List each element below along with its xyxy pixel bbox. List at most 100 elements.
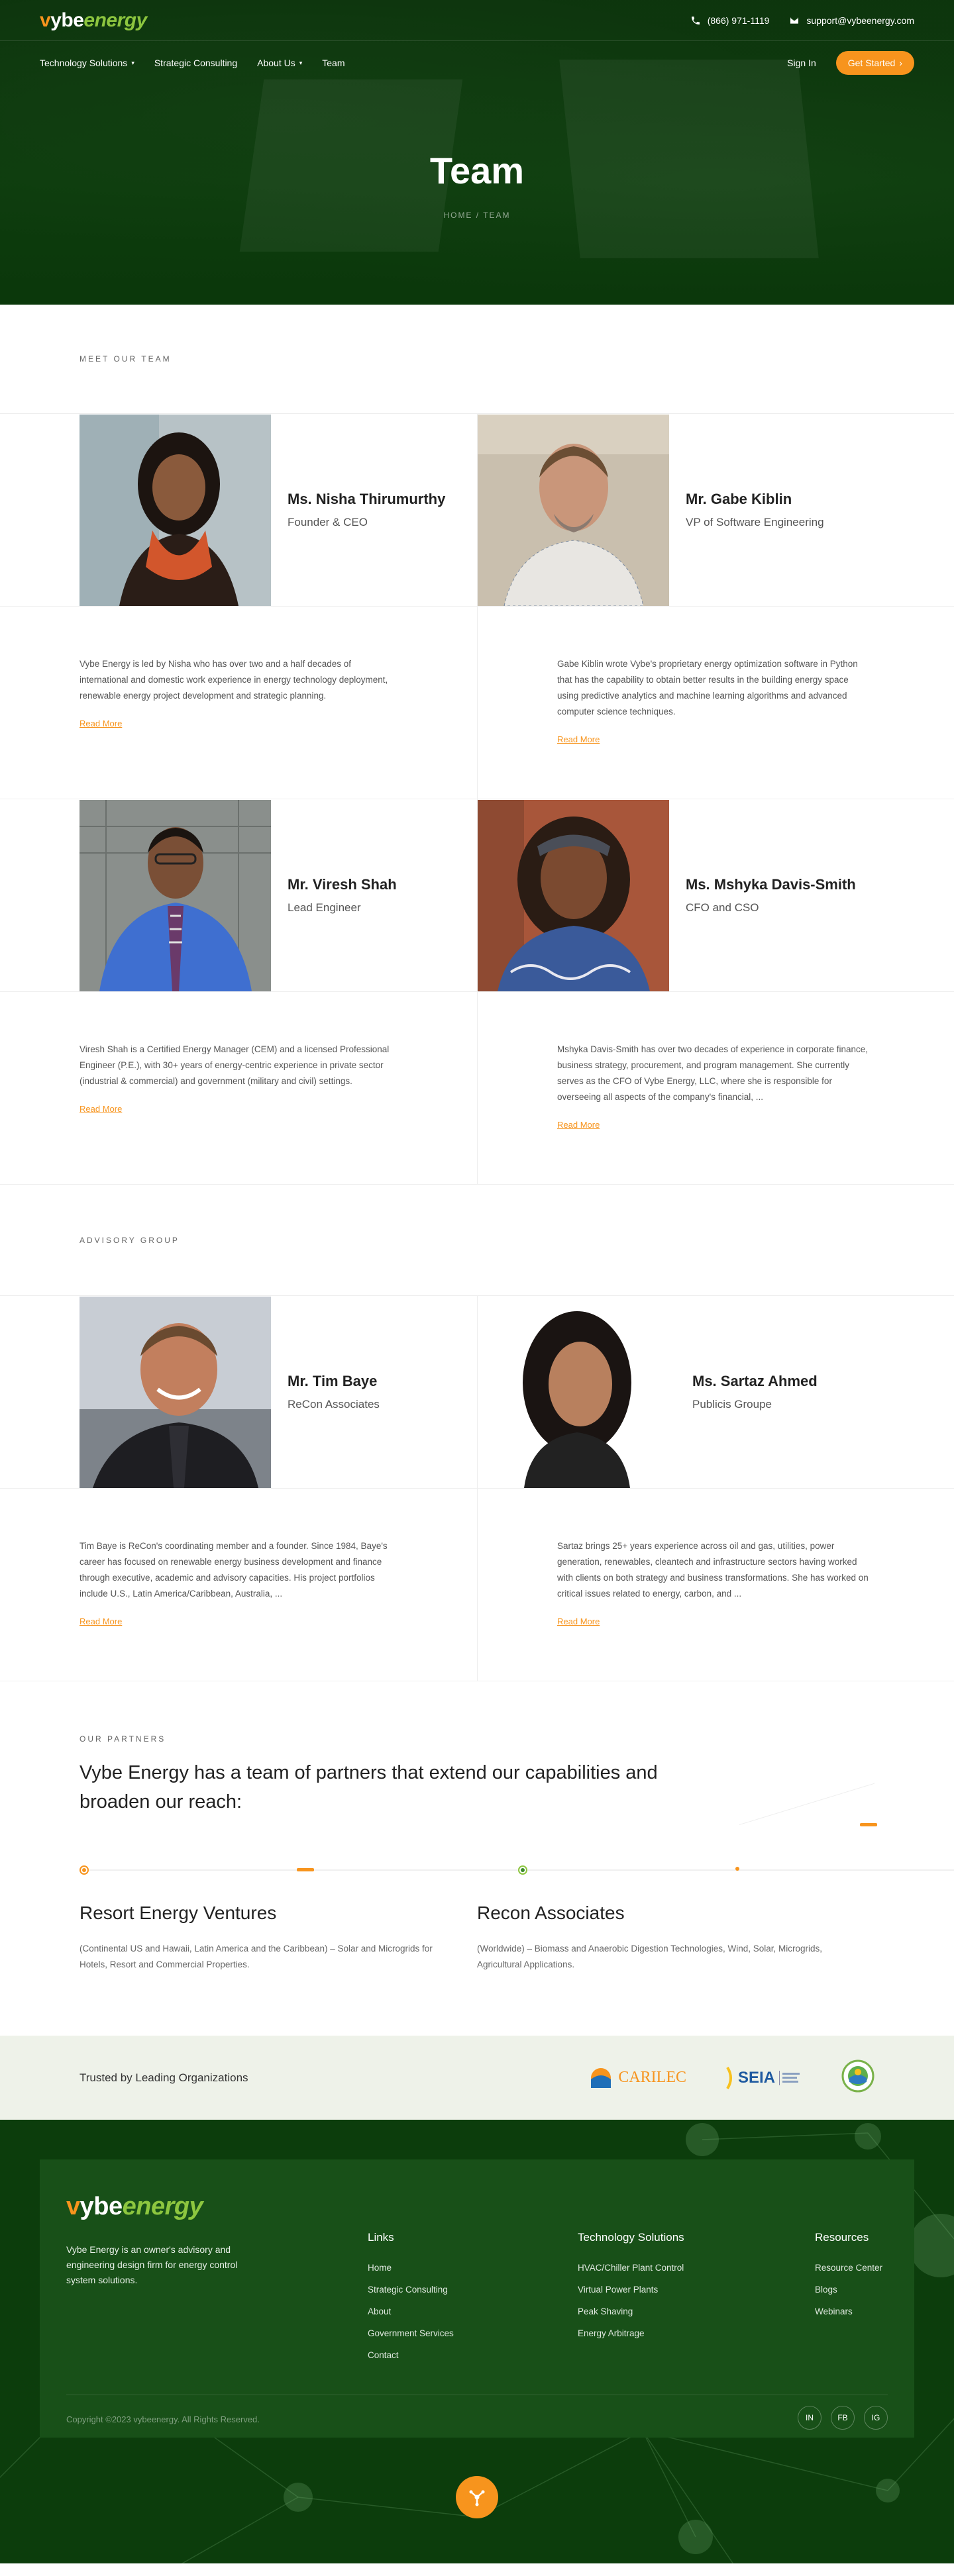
- logo-energy: energy: [122, 2193, 203, 2220]
- read-more-link[interactable]: Read More: [80, 1616, 122, 1626]
- chevron-down-icon: ▾: [299, 59, 303, 66]
- carilec-emblem-icon: [591, 2067, 611, 2088]
- email-link[interactable]: support@vybeenergy.com: [789, 15, 914, 26]
- logo-v: v: [66, 2193, 80, 2220]
- footer-link[interactable]: Government Services: [368, 2328, 454, 2338]
- member-role: VP of Software Engineering: [686, 516, 824, 528]
- nav-label: About Us: [257, 58, 295, 68]
- phone-link[interactable]: (866) 971-1119: [690, 15, 770, 26]
- scroll-top-button[interactable]: [456, 2476, 498, 2518]
- footer-resources-column: Resources Resource Center Blogs Webinars: [815, 2231, 882, 2328]
- footer-panel: v ybe energy Vybe Energy is an owner's adv…: [40, 2159, 914, 2438]
- instagram-icon[interactable]: IG: [864, 2406, 888, 2430]
- facebook-icon[interactable]: FB: [831, 2406, 855, 2430]
- footer-link[interactable]: Virtual Power Plants: [578, 2285, 684, 2295]
- nav-technology-solutions[interactable]: Technology Solutions ▾: [40, 58, 134, 68]
- seal-logo: [841, 2059, 874, 2096]
- arrow-right-icon: ›: [899, 58, 902, 68]
- get-started-button[interactable]: Get Started ›: [835, 51, 914, 75]
- footer-link[interactable]: HVAC/Chiller Plant Control: [578, 2263, 684, 2273]
- partner-desc: (Continental US and Hawaii, Latin Americ…: [80, 1944, 433, 1969]
- advisor-name: Ms. Sartaz Ahmed: [692, 1373, 818, 1389]
- section-label: ADVISORY GROUP: [80, 1235, 180, 1245]
- hero: v ybe energy (866) 971-1119 support@vybeen…: [0, 0, 954, 305]
- partners-list: Resort Energy Ventures (Continental US a…: [80, 1903, 874, 1973]
- member-name: Ms. Mshyka Davis-Smith: [686, 876, 856, 893]
- advisor-photo: [478, 1296, 669, 1488]
- advisory-row: Mr. Tim Baye ReCon Associates Ms. Sartaz…: [0, 1296, 954, 1489]
- nav-team[interactable]: Team: [322, 58, 344, 68]
- footer-link[interactable]: Strategic Consulting: [368, 2285, 454, 2295]
- seia-logo: SEIA: [726, 2066, 802, 2090]
- partner-desc: (Worldwide) – Biomass and Anaerobic Dige…: [477, 1944, 822, 1969]
- member-role: Founder & CEO: [288, 516, 368, 528]
- member-name: Mr. Gabe Kiblin: [686, 491, 792, 507]
- email-address: support@vybeenergy.com: [806, 15, 914, 26]
- footer-link[interactable]: About: [368, 2306, 454, 2316]
- advisor-card: Ms. Sartaz Ahmed Publicis Groupe: [477, 1296, 954, 1488]
- get-started-label: Get Started: [847, 58, 896, 68]
- trusted-label: Trusted by Leading Organizations: [80, 2071, 248, 2084]
- partners-section: OUR PARTNERS Vybe Energy has a team of p…: [0, 1681, 954, 2036]
- footer-link[interactable]: Contact: [368, 2350, 454, 2360]
- top-contacts: (866) 971-1119 support@vybeenergy.com: [690, 15, 914, 26]
- partner-logos: CARILEC SEIA: [589, 2059, 874, 2096]
- phone-number: (866) 971-1119: [707, 15, 770, 26]
- read-more-link[interactable]: Read More: [557, 1616, 600, 1626]
- timeline-dot-inner: [521, 1868, 525, 1872]
- partner-card: Recon Associates (Worldwide) – Biomass a…: [477, 1903, 874, 1973]
- read-more-link[interactable]: Read More: [557, 1120, 600, 1130]
- logo-v: v: [40, 9, 51, 31]
- read-more-link[interactable]: Read More: [557, 734, 600, 744]
- footer-column-title: Technology Solutions: [578, 2231, 684, 2244]
- member-bio: Viresh Shah is a Certified Energy Manage…: [80, 1044, 390, 1086]
- footer-column-title: Resources: [815, 2231, 869, 2244]
- team-section: MEET OUR TEAM Ms. Nisha Thirumurthy Foun…: [0, 305, 954, 1185]
- advisory-bio-row: Tim Baye is ReCon's coordinating member …: [0, 1489, 954, 1681]
- timeline-marker: [297, 1868, 314, 1871]
- breadcrumb: HOME / TEAM: [443, 211, 511, 220]
- logo-energy: energy: [83, 9, 147, 31]
- member-name: Ms. Nisha Thirumurthy: [288, 491, 446, 507]
- footer-link[interactable]: Blogs: [815, 2285, 882, 2295]
- read-more-link[interactable]: Read More: [80, 1104, 122, 1114]
- linkedin-icon[interactable]: IN: [798, 2406, 822, 2430]
- team-bio-row: Vybe Energy is led by Nisha who has over…: [0, 607, 954, 799]
- carilec-logo: CARILEC: [589, 2066, 686, 2090]
- footer-link[interactable]: Webinars: [815, 2306, 882, 2316]
- read-more-link[interactable]: Read More: [80, 718, 122, 728]
- footer-link[interactable]: Energy Arbitrage: [578, 2328, 684, 2338]
- site-logo[interactable]: v ybe energy: [40, 9, 147, 32]
- partners-heading: Vybe Energy has a team of partners that …: [80, 1762, 658, 1812]
- nav-label: Strategic Consulting: [154, 58, 238, 68]
- nav-label: Technology Solutions: [40, 58, 128, 68]
- phone-icon: [691, 16, 700, 25]
- social-links: IN FB IG: [798, 2406, 888, 2430]
- member-bio: Mshyka Davis-Smith has over two decades …: [557, 1044, 868, 1102]
- logo-ybe: ybe: [80, 2193, 123, 2220]
- advisory-section: ADVISORY GROUP Mr. Tim Baye ReCon Associ…: [0, 1185, 954, 1681]
- footer-logo[interactable]: v ybe energy: [66, 2193, 203, 2221]
- vybe-mark-icon: [469, 2490, 485, 2506]
- mail-icon: [790, 17, 799, 24]
- site-footer: v ybe energy Vybe Energy is an owner's adv…: [0, 2120, 954, 2563]
- footer-tech-column: Technology Solutions HVAC/Chiller Plant …: [578, 2231, 684, 2350]
- team-card: Ms. Mshyka Davis-Smith CFO and CSO: [477, 799, 954, 991]
- member-role: Lead Engineer: [288, 901, 361, 914]
- top-bar: v ybe energy (866) 971-1119 support@vybeen…: [0, 0, 954, 41]
- team-card: Mr. Gabe Kiblin VP of Software Engineeri…: [477, 414, 954, 606]
- footer-link[interactable]: Resource Center: [815, 2263, 882, 2273]
- team-row: Mr. Viresh Shah Lead Engineer Ms. Mshyka…: [0, 799, 954, 992]
- member-bio: Vybe Energy is led by Nisha who has over…: [80, 659, 388, 701]
- partners-timeline: [80, 1783, 954, 1903]
- nav-label: Team: [322, 58, 345, 68]
- nav-strategic-consulting[interactable]: Strategic Consulting: [154, 58, 237, 68]
- chevron-down-icon: ▾: [131, 59, 134, 66]
- member-photo: [80, 414, 271, 606]
- footer-link[interactable]: Home: [368, 2263, 454, 2273]
- nav-about-us[interactable]: About Us ▾: [257, 58, 302, 68]
- seia-text: SEIA: [737, 2068, 775, 2087]
- footer-link[interactable]: Peak Shaving: [578, 2306, 684, 2316]
- advisor-role: ReCon Associates: [288, 1398, 380, 1411]
- sign-in-link[interactable]: Sign In: [787, 58, 816, 68]
